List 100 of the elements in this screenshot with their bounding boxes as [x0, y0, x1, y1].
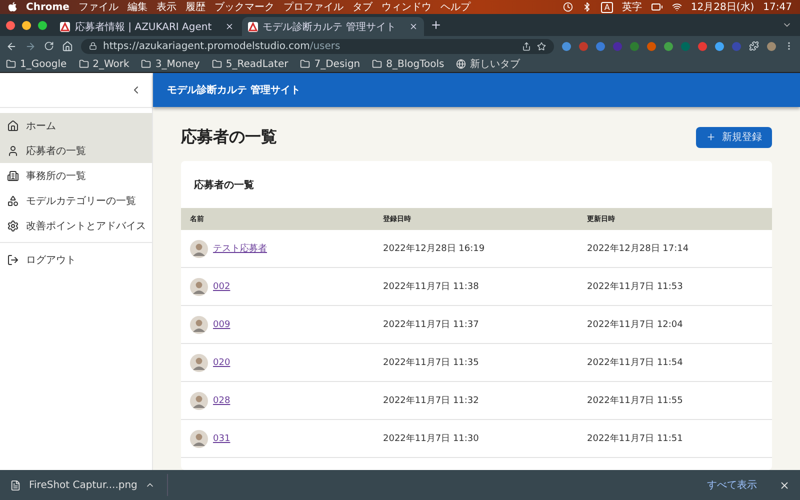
forward-icon[interactable] — [25, 40, 36, 52]
minimize-window-button[interactable] — [22, 20, 31, 30]
extensions-icon[interactable] — [749, 41, 759, 51]
battery-icon[interactable] — [650, 1, 663, 13]
browser-tab[interactable]: 応募者情報 | AZUKARI Agent — [54, 17, 240, 36]
favicon-icon — [248, 22, 258, 32]
reload-icon[interactable] — [44, 41, 54, 51]
sidebar-label: ホーム — [26, 120, 56, 132]
bluetooth-icon[interactable] — [582, 2, 592, 12]
bookmark[interactable]: 5_ReadLater — [212, 58, 288, 70]
menu-item[interactable]: ヘルプ — [440, 0, 470, 14]
bookmark[interactable]: 2_Work — [78, 58, 130, 70]
new-button[interactable]: 新規登録 — [696, 126, 772, 148]
card-title: 応募者の一覧 — [193, 178, 255, 192]
tab-title: モデル診断カルテ 管理サイト — [262, 20, 396, 34]
table-cell: 2022年12月28日 17:14 — [578, 230, 772, 268]
menu-item[interactable]: ウィンドウ — [381, 0, 432, 14]
folder-icon — [300, 59, 310, 69]
wifi-icon[interactable] — [672, 2, 682, 12]
input-source-label[interactable]: 英字 — [622, 0, 642, 14]
sidebar-item[interactable]: モデルカテゴリーの一覧 — [0, 188, 152, 213]
bookmark[interactable]: 1_Google — [6, 58, 67, 70]
table-cell: 2022年11月7日 11:32 — [374, 382, 578, 420]
table-cell: 2022年11月7日 11:53 — [578, 268, 772, 306]
url-text: https://azukariagent.promodelstudio.com/users — [103, 40, 340, 52]
table-cell: 2022年11月7日 11:30 — [374, 420, 578, 458]
menu-item[interactable]: 表示 — [156, 0, 176, 14]
avatar — [190, 430, 208, 448]
name-link[interactable]: 020 — [213, 358, 230, 368]
menu-item[interactable]: プロファイル — [283, 0, 344, 14]
bookmark-label: 3_Money — [155, 58, 200, 70]
table-cell: 2022年11月7日 12:04 — [578, 306, 772, 344]
person-icon — [7, 144, 19, 156]
browser-tab[interactable]: モデル診断カルテ 管理サイト — [242, 17, 424, 36]
bookmark[interactable]: 7_Design — [300, 58, 360, 70]
bookmark-star-icon[interactable] — [537, 42, 546, 50]
avatar — [190, 240, 208, 258]
avatar — [190, 278, 208, 296]
sidebar-item[interactable]: ログアウト — [0, 247, 152, 272]
name-link[interactable]: 009 — [213, 320, 230, 330]
new-tab-icon[interactable] — [430, 19, 442, 31]
home-icon — [7, 120, 19, 132]
bookmark-label: 1_Google — [20, 58, 67, 70]
plus-icon — [706, 132, 716, 142]
menu-item[interactable]: タブ — [352, 0, 372, 14]
sidebar-label: 事務所の一覧 — [26, 170, 86, 182]
bookmark-label: 8_BlogTools — [386, 58, 444, 70]
back-icon[interactable] — [6, 40, 17, 52]
show-all-link[interactable]: すべて表示 — [707, 478, 757, 492]
folder-icon — [6, 59, 16, 69]
name-link[interactable]: 002 — [213, 282, 230, 292]
bookmark[interactable]: 3_Money — [141, 58, 200, 70]
clock-icon[interactable] — [563, 2, 574, 12]
table-cell: 2022年11月7日 11:51 — [578, 420, 772, 458]
sidebar-item[interactable]: ホーム — [0, 113, 152, 138]
name-link[interactable]: 031 — [213, 434, 230, 444]
download-item[interactable]: FireShot Captur....png — [10, 474, 168, 496]
settings-icon — [7, 220, 19, 232]
menu-item[interactable]: ファイル — [78, 0, 118, 14]
folder-icon — [212, 59, 222, 69]
sidebar-label: ログアウト — [26, 254, 76, 266]
menu-item[interactable]: 編集 — [127, 0, 148, 14]
building-icon — [7, 170, 19, 182]
home-icon[interactable] — [62, 40, 73, 52]
sidebar-item[interactable]: 応募者の一覧 — [0, 138, 152, 163]
file-icon — [10, 480, 21, 490]
folder-icon — [372, 59, 382, 69]
close-tab-icon[interactable] — [224, 22, 234, 31]
table-cell: 2022年11月7日 11:38 — [374, 268, 578, 306]
avatar — [190, 392, 208, 410]
apple-icon[interactable] — [8, 2, 17, 12]
profile-avatar[interactable] — [767, 42, 776, 50]
table-cell: 2022年12月28日 16:19 — [374, 230, 578, 268]
input-source-badge[interactable]: A — [601, 2, 613, 12]
share-icon[interactable] — [522, 42, 531, 50]
app-menu[interactable]: Chrome — [26, 2, 70, 12]
folder-icon — [78, 59, 89, 69]
close-tab-icon[interactable] — [408, 22, 418, 31]
bookmark[interactable]: 新しいタブ — [456, 57, 520, 71]
sidebar-item[interactable]: 事務所の一覧 — [0, 163, 152, 188]
close-window-button[interactable] — [6, 20, 15, 30]
sidebar-label: 応募者の一覧 — [26, 144, 86, 158]
close-icon[interactable] — [779, 480, 790, 490]
table-cell: 2022年11月7日 11:37 — [374, 306, 578, 344]
table-cell: 2022年11月7日 11:35 — [374, 344, 578, 382]
sidebar-item[interactable]: 改善ポイントとアドバイス — [0, 213, 152, 238]
menu-time: 17:47 — [763, 2, 792, 12]
bookmark-label: 5_ReadLater — [226, 58, 288, 70]
menu-item[interactable]: 履歴 — [185, 0, 206, 14]
bookmark[interactable]: 8_BlogTools — [372, 58, 444, 70]
table-cell: 2022年11月7日 11:55 — [578, 382, 772, 420]
menu-item[interactable]: ブックマーク — [214, 0, 274, 14]
zoom-window-button[interactable] — [38, 20, 47, 30]
menu-date: 12月28日(水) — [690, 0, 754, 14]
address-field[interactable]: https://azukariagent.promodelstudio.com/users — [81, 38, 554, 54]
name-link[interactable]: 028 — [213, 396, 230, 406]
bookmark-label: 2_Work — [92, 58, 130, 70]
name-link[interactable]: テスト応募者 — [213, 242, 267, 255]
avatar — [190, 316, 208, 334]
bookmark-label: 7_Design — [314, 58, 360, 70]
